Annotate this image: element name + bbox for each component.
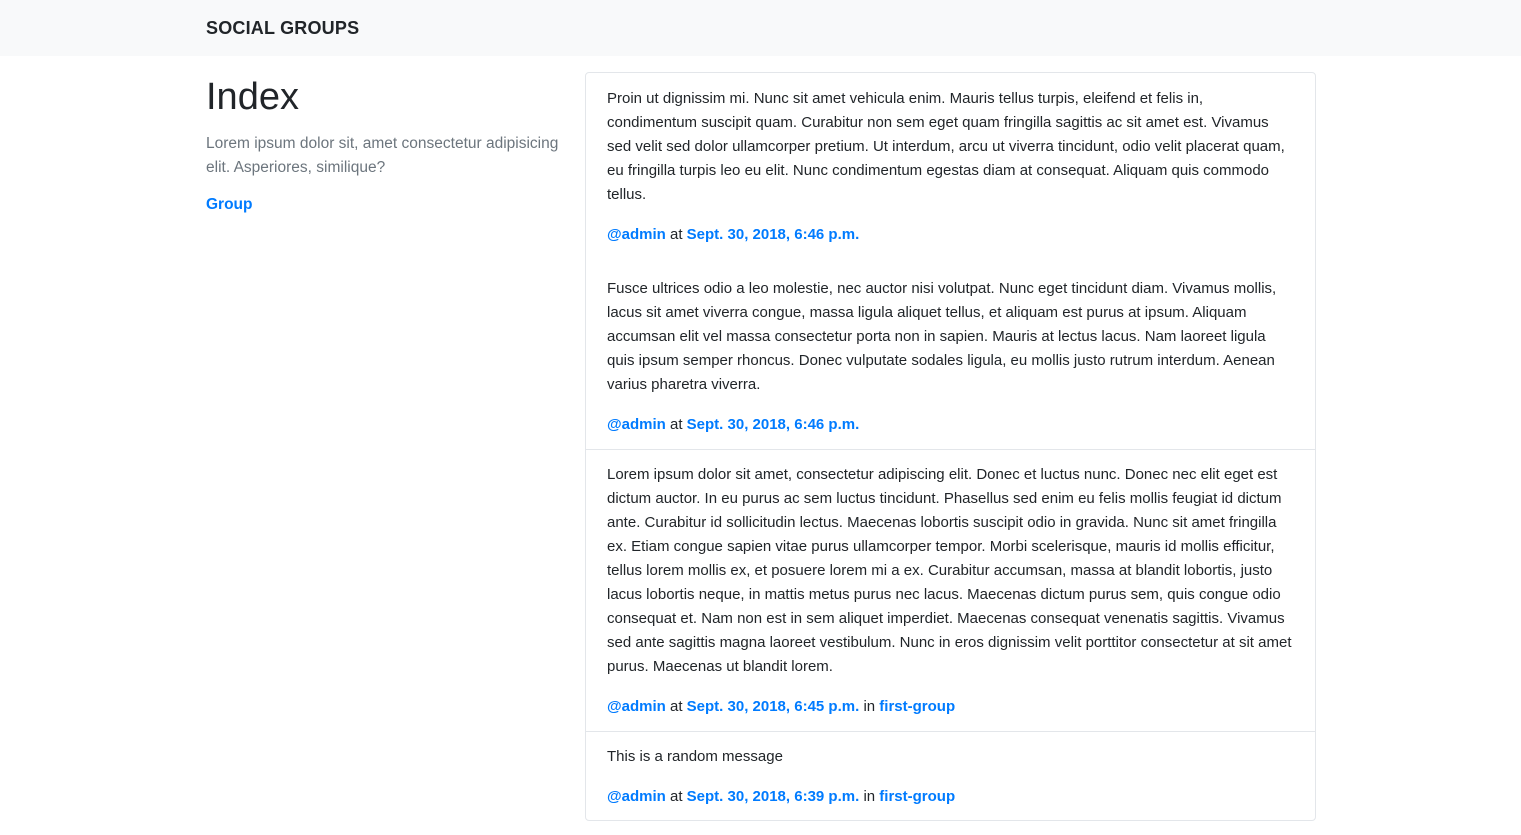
post-body: Fusce ultrices odio a leo molestie, nec … — [607, 280, 1277, 393]
post-body: Proin ut dignissim mi. Nunc sit amet veh… — [607, 90, 1285, 203]
post-meta: @admin at Sept. 30, 2018, 6:39 p.m. in f… — [607, 785, 1294, 809]
post-meta-at: at — [669, 416, 683, 433]
post-item: Fusce ultrices odio a leo molestie, nec … — [586, 264, 1315, 449]
post-date-link[interactable]: Sept. 30, 2018, 6:46 p.m. — [687, 416, 860, 433]
post-date-link[interactable]: Sept. 30, 2018, 6:45 p.m. — [687, 698, 860, 715]
post-item: Lorem ipsum dolor sit amet, consectetur … — [586, 449, 1315, 731]
post-meta-at: at — [669, 788, 683, 805]
post-author-link[interactable]: @admin — [607, 416, 666, 433]
post-body: This is a random message — [607, 748, 783, 765]
post-group-link[interactable]: first-group — [879, 698, 955, 715]
post-group-link[interactable]: first-group — [879, 788, 955, 805]
page-description: Lorem ipsum dolor sit, amet consectetur … — [206, 135, 559, 176]
post-item: This is a random message @admin at Sept.… — [586, 731, 1315, 820]
post-date-link[interactable]: Sept. 30, 2018, 6:39 p.m. — [687, 788, 860, 805]
post-meta: @admin at Sept. 30, 2018, 6:46 p.m. — [607, 223, 1294, 247]
post-author-link[interactable]: @admin — [607, 788, 666, 805]
brand-link[interactable]: SOCIAL GROUPS — [206, 18, 359, 39]
post-meta-at: at — [669, 226, 683, 243]
post-meta-at: at — [669, 698, 683, 715]
post-meta-in: in — [863, 698, 876, 715]
page-title: Index — [206, 76, 299, 118]
post-author-link[interactable]: @admin — [607, 698, 666, 715]
post-meta: @admin at Sept. 30, 2018, 6:45 p.m. in f… — [607, 695, 1294, 719]
post-item: Proin ut dignissim mi. Nunc sit amet veh… — [586, 73, 1315, 264]
group-link[interactable]: Group — [206, 196, 253, 214]
post-meta: @admin at Sept. 30, 2018, 6:46 p.m. — [607, 413, 1294, 437]
sidebar: Index Lorem ipsum dolor sit, amet consec… — [206, 74, 566, 214]
post-date-link[interactable]: Sept. 30, 2018, 6:46 p.m. — [687, 226, 860, 243]
top-navbar: SOCIAL GROUPS — [0, 0, 1521, 56]
post-author-link[interactable]: @admin — [607, 226, 666, 243]
navbar-container: SOCIAL GROUPS — [206, 0, 1521, 56]
post-body: Lorem ipsum dolor sit amet, consectetur … — [607, 466, 1292, 675]
post-feed: Proin ut dignissim mi. Nunc sit amet veh… — [585, 72, 1316, 821]
post-meta-in: in — [863, 788, 876, 805]
